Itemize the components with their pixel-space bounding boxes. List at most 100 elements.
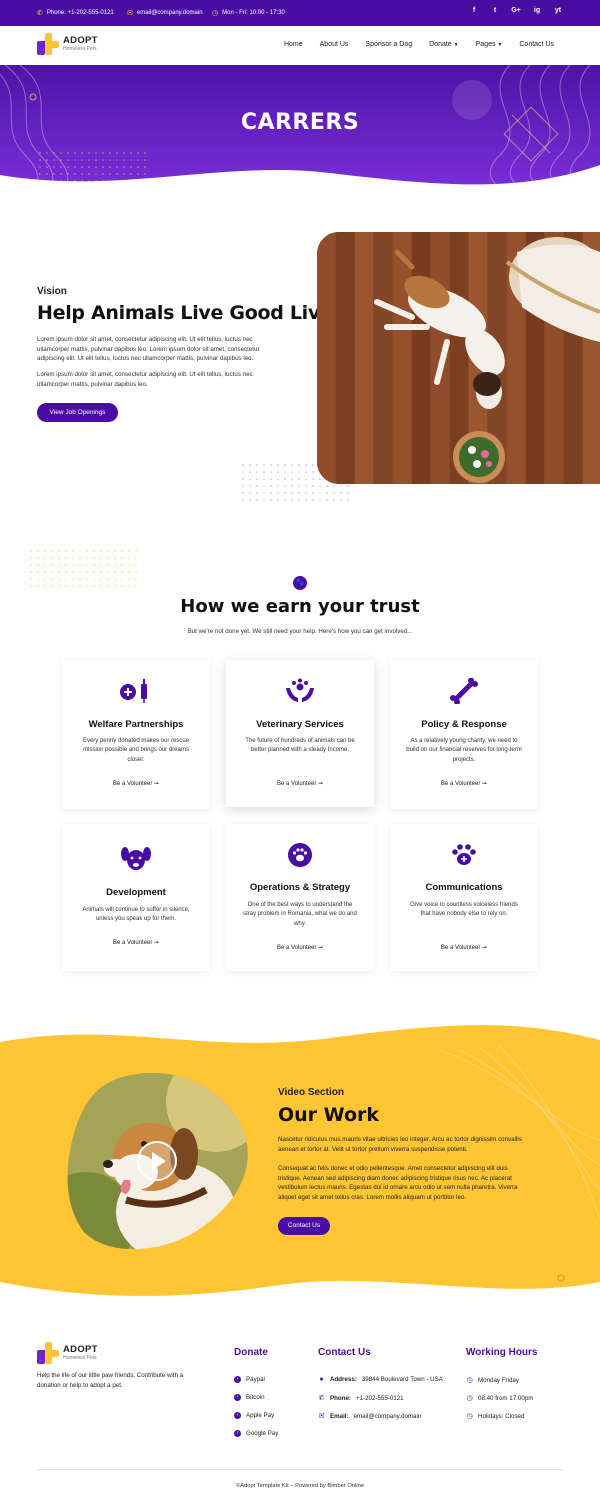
envelope-icon: ✉	[318, 1413, 325, 1420]
donate-link-google-pay[interactable]: › Google Pay	[234, 1430, 278, 1437]
site-logo[interactable]: ADOPT Homeless Pets	[37, 33, 98, 55]
chevron-right-icon: ›	[234, 1412, 241, 1419]
card-title: Policy & Response	[421, 719, 507, 730]
twitter-icon[interactable]: t	[490, 7, 500, 14]
footer-email[interactable]: ✉ Email: email@company.domain	[318, 1412, 422, 1421]
caret-down-icon: ▼	[497, 42, 503, 48]
clock-icon: ◷	[466, 1377, 473, 1384]
donate-link-paypal[interactable]: › Paypal	[234, 1376, 265, 1383]
be-a-volunteer-link[interactable]: Be a Volunteer ➞	[390, 780, 538, 787]
youtube-icon[interactable]: yt	[553, 7, 563, 14]
footer-about: Help the life of our little paw friends.…	[37, 1372, 184, 1389]
hours-item: ◷ Monday Friday	[466, 1376, 519, 1385]
dot-pattern-decoration	[30, 550, 137, 587]
page-hero: CARRERS	[0, 65, 600, 190]
card-text: One of the best ways to understand the s…	[243, 902, 357, 927]
contact-us-button[interactable]: Contact Us	[278, 1217, 330, 1235]
service-card[interactable]: Policy & Response As a relatively young …	[390, 660, 538, 809]
video-section-label: Video Section	[278, 1087, 344, 1098]
clock-icon: ◷	[212, 10, 219, 17]
card-title: Operations & Strategy	[249, 882, 351, 893]
brand-tagline: Homeless Pets	[63, 46, 97, 52]
paw-plus-icon	[452, 844, 476, 865]
be-a-volunteer-link[interactable]: Be a Volunteer ➞	[62, 939, 210, 946]
work-paragraph: Consequat ac felis donec et odio pellent…	[278, 1165, 518, 1201]
hours-item: ◷ Holidays: Closed	[466, 1412, 525, 1421]
footer-divider	[37, 1469, 563, 1470]
service-card[interactable]: Communications Give voice to countless v…	[390, 824, 538, 971]
nav-item-pages[interactable]: Pages ▼	[476, 41, 503, 48]
card-text: The future of hundreds of animals can be…	[245, 738, 355, 754]
envelope-icon: ✉	[127, 10, 133, 17]
footer-donate-title: Donate	[234, 1347, 268, 1358]
site-header: ADOPT Homeless Pets Home About Us Sponso…	[0, 26, 600, 65]
dog-on-deck-image	[317, 232, 600, 484]
donate-link-bitcoin[interactable]: › Bitcoin	[234, 1394, 265, 1401]
be-a-volunteer-link[interactable]: Be a Volunteer ➞	[226, 780, 374, 787]
social-links: f t G+ ig yt	[469, 7, 563, 14]
brand-name: ADOPT	[63, 1344, 98, 1355]
topbar-hours: ◷ Mon - Fri: 10:00 - 17:30	[212, 10, 285, 17]
instagram-icon[interactable]: ig	[532, 7, 542, 14]
service-card[interactable]: Development Animals will continue to suf…	[62, 824, 210, 971]
footer-phone[interactable]: ✆ Phone: +1-202-555-0121	[318, 1394, 404, 1403]
nav-item-home[interactable]: Home	[284, 41, 303, 48]
service-card[interactable]: Welfare Partnerships Every penny donated…	[62, 660, 210, 809]
nav-item-sponsor[interactable]: Sponsor a Dog	[365, 41, 412, 48]
card-title: Veterinary Services	[256, 719, 344, 730]
hours-item: ◷ 08:40 from 17:00pm	[466, 1394, 534, 1403]
service-card[interactable]: Veterinary Services The future of hundre…	[226, 660, 374, 807]
clock-icon: ◷	[466, 1395, 473, 1402]
topbar-email[interactable]: ✉ email@company.domain	[127, 9, 203, 17]
hands-paw-icon	[286, 678, 314, 702]
be-a-volunteer-link[interactable]: Be a Volunteer ➞	[226, 944, 374, 951]
card-text: Every penny donated makes our rescue mis…	[82, 738, 190, 763]
phone-icon: ✆	[37, 10, 43, 17]
chevron-right-icon: ›	[234, 1376, 241, 1383]
logo-cross-icon	[37, 1342, 59, 1364]
top-info-bar: ✆ Phone: +1-202-555-0121 ✉ email@company…	[0, 0, 600, 26]
trust-heading: How we earn your trust	[180, 596, 420, 617]
chevron-right-icon: ›	[234, 1394, 241, 1401]
card-title: Welfare Partnerships	[88, 719, 184, 730]
donate-link-apple-pay[interactable]: › Apple Pay	[234, 1412, 274, 1419]
logo-cross-icon	[37, 33, 59, 55]
footer-hours-title: Working Hours	[466, 1347, 538, 1358]
card-title: Communications	[425, 882, 503, 893]
chevron-right-icon: ›	[234, 1430, 241, 1437]
trust-subtitle: But we're not done yet. We still need yo…	[187, 628, 413, 635]
card-text: Give voice to countless voiceless friend…	[410, 902, 518, 918]
topbar-phone[interactable]: ✆ Phone: +1-202-555-0121	[37, 9, 114, 17]
main-nav: Home About Us Sponsor a Dog Donate ▼ Pag…	[284, 41, 554, 48]
google-plus-icon[interactable]: G+	[511, 7, 521, 14]
service-card[interactable]: Operations & Strategy One of the best wa…	[226, 824, 374, 971]
brand-tagline: Homeless Pets	[63, 1355, 97, 1361]
phone-icon: ✆	[318, 1395, 325, 1402]
clock-icon: ◷	[466, 1413, 473, 1420]
vision-label: Vision	[37, 286, 67, 297]
card-title: Development	[106, 887, 166, 898]
nav-item-contact[interactable]: Contact Us	[519, 41, 554, 48]
bone-icon	[450, 678, 478, 704]
nav-item-about[interactable]: About Us	[320, 41, 349, 48]
footer-logo[interactable]: ADOPT Homeless Pets	[37, 1342, 98, 1364]
video-thumbnail[interactable]	[66, 1072, 248, 1252]
page-title: CARRERS	[240, 110, 360, 135]
brand-name: ADOPT	[63, 35, 98, 46]
nav-item-donate[interactable]: Donate ▼	[429, 41, 458, 48]
work-heading: Our Work	[278, 1104, 380, 1126]
vision-paragraph: Lorem ipsum dolor sit amet, consectetur …	[37, 336, 260, 363]
card-text: As a relatively young charity, we need t…	[406, 738, 522, 763]
be-a-volunteer-link[interactable]: Be a Volunteer ➞	[62, 780, 210, 787]
copyright-text: ©Adopt Template Kit – Powered by Bimber …	[235, 1483, 365, 1489]
vision-heading: Help Animals Live Good Lives!	[37, 302, 352, 324]
be-a-volunteer-link[interactable]: Be a Volunteer ➞	[390, 944, 538, 951]
work-paragraph: Nascetur ridiculus mus mauris vitae ultr…	[278, 1136, 522, 1153]
facebook-icon[interactable]: f	[469, 7, 479, 14]
footer-address: ● Address: 39844 Boulevard Town - USA	[319, 1376, 443, 1383]
footer-contact-title: Contact Us	[318, 1347, 371, 1358]
paw-badge-icon: 🐾	[293, 576, 307, 590]
dog-face-icon	[121, 847, 151, 870]
vision-paragraph: Lorem ipsum dolor sit amet, consectetur …	[37, 371, 253, 388]
view-job-openings-button[interactable]: View Job Openings	[37, 403, 118, 422]
